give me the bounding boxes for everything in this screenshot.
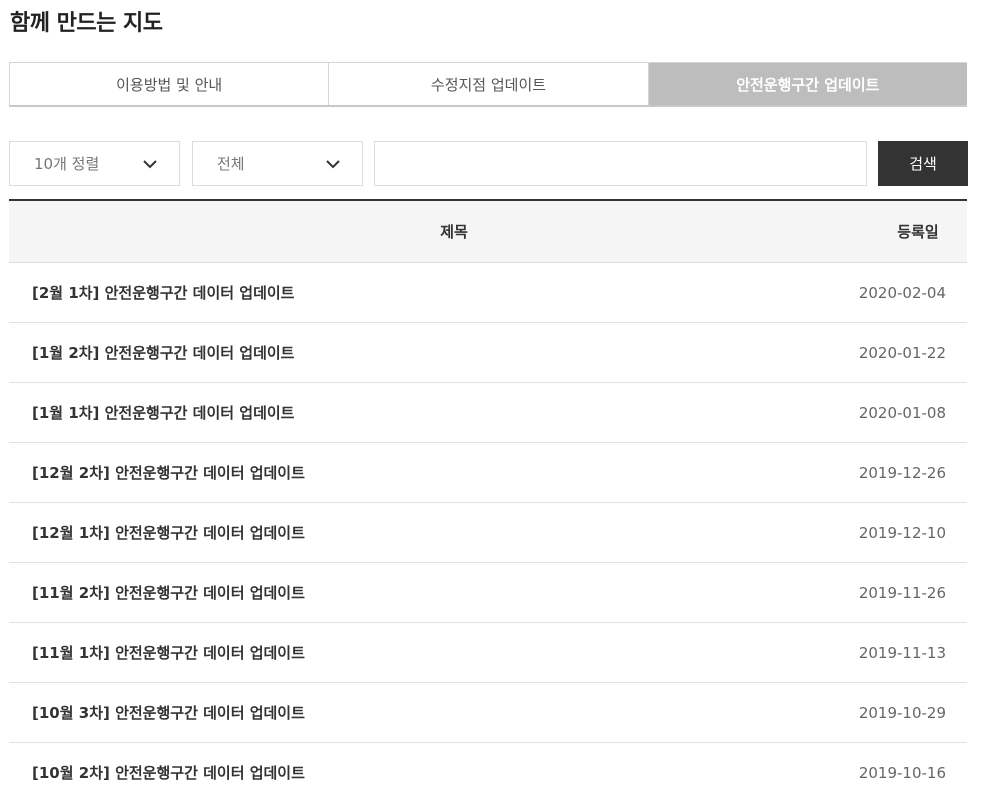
page: 함께 만드는 지도 이용방법 및 안내 수정지점 업데이트 안전운행구간 업데이… xyxy=(0,0,983,799)
tab-usage-guide[interactable]: 이용방법 및 안내 xyxy=(9,63,330,105)
tab-bar: 이용방법 및 안내 수정지점 업데이트 안전운행구간 업데이트 xyxy=(9,62,967,107)
table-row[interactable]: [11월 2차] 안전운행구간 데이터 업데이트 2019-11-26 xyxy=(9,563,967,623)
row-title[interactable]: [11월 1차] 안전운행구간 데이터 업데이트 xyxy=(9,642,827,663)
table-row[interactable]: [11월 1차] 안전운행구간 데이터 업데이트 2019-11-13 xyxy=(9,623,967,683)
search-button[interactable]: 검색 xyxy=(878,141,968,186)
table-row[interactable]: [12월 1차] 안전운행구간 데이터 업데이트 2019-12-10 xyxy=(9,503,967,563)
table-row[interactable]: [10월 2차] 안전운행구간 데이터 업데이트 2019-10-16 xyxy=(9,743,967,799)
row-date: 2020-02-04 xyxy=(858,283,946,302)
search-input[interactable] xyxy=(374,141,867,186)
table-row[interactable]: [1월 2차] 안전운행구간 데이터 업데이트 2020-01-22 xyxy=(9,323,967,383)
row-date: 2019-11-13 xyxy=(858,643,946,662)
row-title[interactable]: [10월 2차] 안전운행구간 데이터 업데이트 xyxy=(9,762,827,783)
search-bar: 10개 정렬 전체 검색 xyxy=(9,141,968,186)
board-table: 제목 등록일 [2월 1차] 안전운행구간 데이터 업데이트 2020-02-0… xyxy=(9,199,967,799)
row-date: 2019-10-16 xyxy=(858,763,946,782)
row-title[interactable]: [1월 1차] 안전운행구간 데이터 업데이트 xyxy=(9,402,827,423)
table-row[interactable]: [1월 1차] 안전운행구간 데이터 업데이트 2020-01-08 xyxy=(9,383,967,443)
row-title[interactable]: [2월 1차] 안전운행구간 데이터 업데이트 xyxy=(9,282,827,303)
sort-select-value: 10개 정렬 xyxy=(34,155,100,173)
row-date: 2019-12-10 xyxy=(858,523,946,542)
table-row[interactable]: [12월 2차] 안전운행구간 데이터 업데이트 2019-12-26 xyxy=(9,443,967,503)
board-header: 제목 등록일 xyxy=(9,201,967,263)
table-row[interactable]: [10월 3차] 안전운행구간 데이터 업데이트 2019-10-29 xyxy=(9,683,967,743)
table-row[interactable]: [2월 1차] 안전운행구간 데이터 업데이트 2020-02-04 xyxy=(9,263,967,323)
category-select[interactable]: 전체 xyxy=(192,141,363,186)
tab-edit-point-update[interactable]: 수정지점 업데이트 xyxy=(329,63,649,105)
row-date: 2020-01-08 xyxy=(858,403,946,422)
column-header-date: 등록일 xyxy=(897,223,939,241)
row-title[interactable]: [12월 1차] 안전운행구간 데이터 업데이트 xyxy=(9,522,827,543)
row-date: 2019-11-26 xyxy=(858,583,946,602)
row-date: 2019-12-26 xyxy=(858,463,946,482)
tab-safe-driving-update[interactable]: 안전운행구간 업데이트 xyxy=(648,63,967,105)
row-title[interactable]: [11월 2차] 안전운행구간 데이터 업데이트 xyxy=(9,582,827,603)
column-header-title: 제목 xyxy=(440,223,468,241)
chevron-down-icon xyxy=(143,160,157,169)
row-date: 2019-10-29 xyxy=(858,703,946,722)
row-date: 2020-01-22 xyxy=(858,343,946,362)
row-title[interactable]: [1월 2차] 안전운행구간 데이터 업데이트 xyxy=(9,342,827,363)
category-select-value: 전체 xyxy=(217,155,245,173)
chevron-down-icon xyxy=(326,160,340,169)
row-title[interactable]: [12월 2차] 안전운행구간 데이터 업데이트 xyxy=(9,462,827,483)
row-title[interactable]: [10월 3차] 안전운행구간 데이터 업데이트 xyxy=(9,702,827,723)
sort-select[interactable]: 10개 정렬 xyxy=(9,141,180,186)
page-title: 함께 만드는 지도 xyxy=(10,11,163,36)
